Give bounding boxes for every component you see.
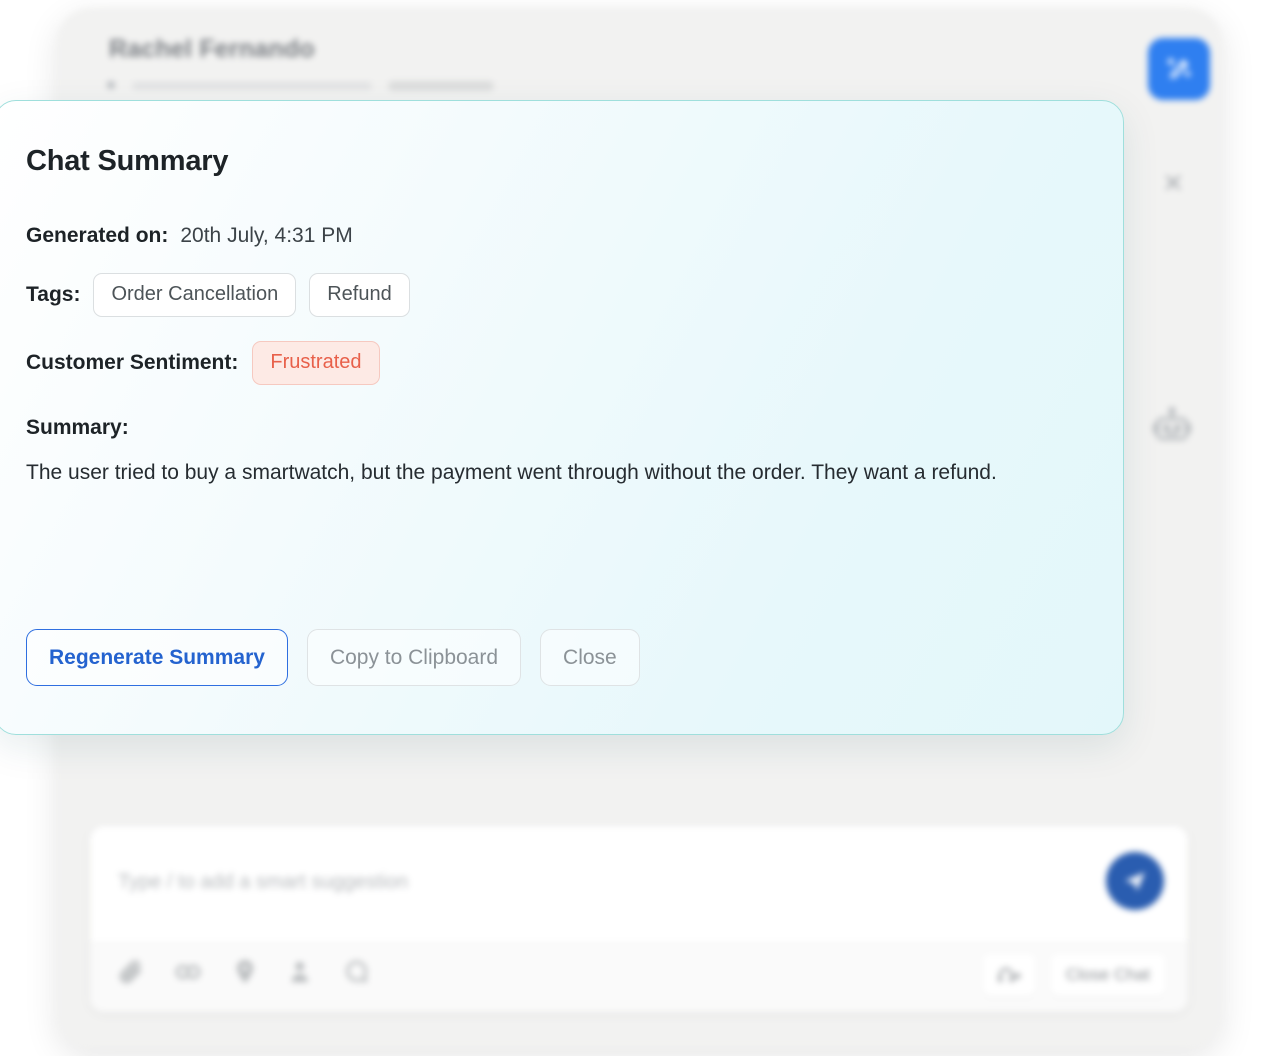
close-icon[interactable]: ✕: [1162, 170, 1184, 196]
tag-chip[interactable]: Refund: [309, 273, 410, 317]
magic-wand-button[interactable]: [1148, 38, 1210, 100]
status-dot: [107, 81, 115, 89]
attachment-icon[interactable]: [116, 957, 146, 987]
tags-label: Tags:: [26, 283, 80, 307]
tag-chip[interactable]: Order Cancellation: [93, 273, 296, 317]
chat-bubble-icon[interactable]: [342, 957, 372, 987]
magic-wand-icon: [1164, 54, 1194, 84]
chat-summary-content: Chat Summary Generated on: 20th July, 4:…: [26, 145, 1089, 704]
modal-actions: Regenerate Summary Copy to Clipboard Clo…: [26, 629, 640, 686]
send-plane-icon: [1122, 868, 1148, 894]
summary-label: Summary:: [26, 416, 1089, 440]
regenerate-summary-button[interactable]: Regenerate Summary: [26, 629, 288, 686]
send-button[interactable]: [1106, 852, 1164, 910]
close-button[interactable]: Close: [540, 629, 640, 686]
status-badge: Frustrated: [252, 341, 379, 385]
location-pin-icon[interactable]: [230, 957, 260, 987]
contact-person-icon[interactable]: [286, 957, 316, 987]
tags-row: Tags: Order Cancellation Refund: [26, 273, 1089, 317]
customer-name: Rachel Fernando: [109, 35, 315, 64]
sentiment-label: Customer Sentiment:: [26, 351, 238, 375]
chat-summary-modal: Chat Summary Generated on: 20th July, 4:…: [0, 100, 1124, 735]
robot-icon[interactable]: [1150, 404, 1194, 448]
message-input[interactable]: Type / to add a smart suggestion: [90, 826, 1188, 944]
close-chat-button[interactable]: Close Chat: [1050, 954, 1166, 996]
header-placeholder-bar-2: [388, 81, 494, 91]
generated-on-row: Generated on: 20th July, 4:31 PM: [26, 224, 1089, 248]
modal-title: Chat Summary: [26, 145, 1089, 178]
composer-toolbar: Close Chat: [90, 943, 1188, 1012]
composer-actions: Close Chat: [982, 954, 1166, 996]
message-composer: Type / to add a smart suggestion: [90, 826, 1188, 1012]
transfer-agent-button[interactable]: [982, 954, 1036, 996]
screenshot-stage: Rachel Fernando ✕: [0, 0, 1277, 1056]
header-placeholder-bar-1: [132, 82, 372, 90]
message-input-placeholder: Type / to add a smart suggestion: [118, 871, 408, 894]
generated-on-value: 20th July, 4:31 PM: [180, 224, 352, 248]
generated-on-label: Generated on:: [26, 224, 168, 248]
copy-to-clipboard-button[interactable]: Copy to Clipboard: [307, 629, 521, 686]
summary-text: The user tried to buy a smartwatch, but …: [26, 454, 1026, 492]
chat-header: Rachel Fernando: [57, 8, 1222, 104]
sentiment-row: Customer Sentiment: Frustrated: [26, 341, 1089, 385]
headset-add-icon: [996, 964, 1022, 986]
composer-tool-icons: [116, 956, 372, 988]
link-icon[interactable]: [172, 956, 204, 988]
